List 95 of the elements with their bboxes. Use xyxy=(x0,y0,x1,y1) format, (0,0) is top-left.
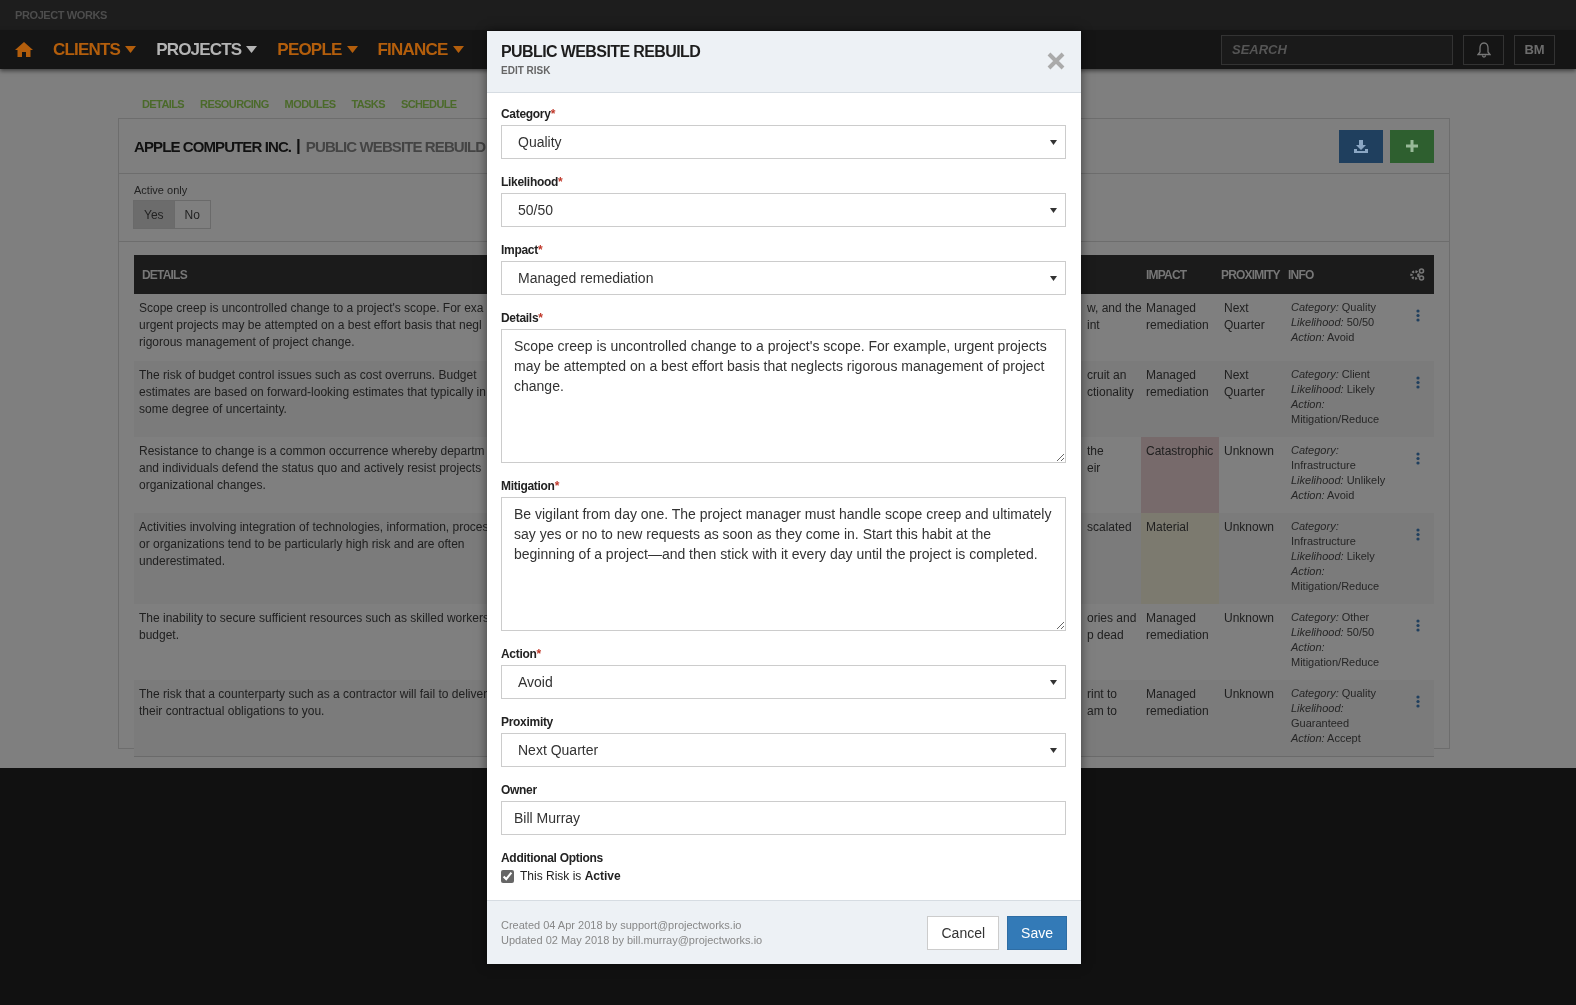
impact-cell-text: Managed remediation xyxy=(1145,300,1210,334)
more-options-icon[interactable] xyxy=(1416,619,1420,632)
info-cell-text: Category: Quality Likelihood: Guaranteed Action: Accept xyxy=(1289,686,1377,746)
info-cell-text: Category: Client Likelihood: Likely Action: Mitigation/Reduce xyxy=(1289,367,1381,427)
client-name: APPLE COMPUTER INC. xyxy=(134,137,292,155)
search-field[interactable]: SEARCH xyxy=(1221,34,1453,65)
nav-menu[interactable]: FINANCE xyxy=(377,39,464,60)
select-field[interactable]: Next Quarter xyxy=(501,733,1066,767)
more-options-icon[interactable] xyxy=(1416,309,1420,322)
details-cell-text: The inability to secure sufficient resources such as skilled workers budget. xyxy=(138,610,488,644)
active-checkbox[interactable] xyxy=(501,869,514,883)
column-header: INFO xyxy=(1288,267,1314,282)
created-info: Created 04 Apr 2018 by support@projectworks.io xyxy=(501,917,743,933)
proximity-cell-text: Next Quarter xyxy=(1223,367,1266,401)
nav-menu[interactable]: PEOPLE xyxy=(277,39,358,60)
toggle-option[interactable]: No xyxy=(173,200,211,229)
text-area[interactable]: Be vigilant from day one. The project manager must handle scope creep and ultimately say yes or no to new requests as soon as they come in. Start this habit at the beginning of a project—and then stick with it every day until the project is completed. xyxy=(501,497,1066,631)
field-label: Impact* xyxy=(501,243,544,257)
table-cell-text: w, and the int xyxy=(1086,300,1141,334)
plus-icon xyxy=(1406,140,1418,152)
filter-label: Active only xyxy=(134,184,189,196)
nav-menu[interactable]: PROJECTS xyxy=(156,39,258,60)
details-cell-text: Activities involving integration of technologies, information, proces or organizations tend to be particularly high risk and are often underestimated. xyxy=(138,519,488,570)
proximity-cell-text: Unknown xyxy=(1223,443,1276,460)
field-label: Category* xyxy=(501,107,557,121)
download-icon xyxy=(1354,139,1368,153)
details-cell-text: Resistance to change is a common occurrence whereby departm and individuals defend the status quo and actively resist projects organizational changes. xyxy=(138,443,486,494)
proximity-cell-text: Next Quarter xyxy=(1223,300,1266,334)
add-button[interactable] xyxy=(1390,129,1434,163)
impact-cell-text: Managed remediation xyxy=(1145,610,1210,644)
proximity-cell-text: Unknown xyxy=(1223,519,1276,536)
select-field[interactable]: 50/50 xyxy=(501,193,1066,227)
impact-cell-text: Managed remediation xyxy=(1145,686,1210,720)
proximity-cell-text: Unknown xyxy=(1223,686,1276,703)
proximity-cell-text: Unknown xyxy=(1223,610,1276,627)
dialog-title: PUBLIC WEBSITE REBUILD xyxy=(501,43,702,61)
bell-icon xyxy=(1476,41,1491,58)
select-field[interactable]: Managed remediation xyxy=(501,261,1066,295)
table-cell-text: cruit an ctionality xyxy=(1086,367,1135,401)
details-cell-text: Scope creep is uncontrolled change to a project's scope. For exa urgent projects may be attempted on a best effort basis that negl rigorous management of project change. xyxy=(138,300,485,351)
field-label: Likelihood* xyxy=(501,175,564,189)
info-cell-text: Category: Infrastructure Likelihood: Unlikely Action: Avoid xyxy=(1289,443,1387,503)
field-label: Details* xyxy=(501,311,544,325)
table-cell-text: rint to am to xyxy=(1086,686,1118,720)
more-options-icon[interactable] xyxy=(1416,695,1420,708)
settings-icon[interactable] xyxy=(1409,268,1425,281)
more-options-icon[interactable] xyxy=(1416,452,1420,465)
caret-icon xyxy=(1050,747,1057,753)
caret-icon xyxy=(1050,679,1057,685)
notification-button[interactable] xyxy=(1463,34,1504,65)
details-cell-text: The risk that a counterparty such as a contractor will fail to deliver their contractual obligations to you. xyxy=(138,686,488,720)
save-button[interactable]: Save xyxy=(1007,915,1067,950)
close-icon xyxy=(1046,51,1066,71)
caret-icon xyxy=(1050,139,1057,145)
info-cell-text: Category: Quality Likelihood: 50/50 Action: Avoid xyxy=(1289,300,1377,345)
info-cell-text: Category: Other Likelihood: 50/50 Action: Mitigation/Reduce xyxy=(1289,610,1381,670)
dialog-subtitle: EDIT RISK xyxy=(501,65,552,76)
caret-icon xyxy=(452,46,464,53)
field-label: Owner xyxy=(501,783,538,797)
table-cell-text: ories and p dead xyxy=(1086,610,1138,644)
cancel-button[interactable]: Cancel xyxy=(927,915,1000,950)
caret-icon xyxy=(1050,207,1057,213)
toggle-option[interactable]: Yes xyxy=(133,200,175,229)
section-label: Additional Options xyxy=(501,851,604,865)
checkbox-label: This Risk is Active xyxy=(520,869,621,883)
caret-icon xyxy=(246,46,258,53)
column-header: IMPACT xyxy=(1146,267,1187,282)
project-name: PUBLIC WEBSITE REBUILD xyxy=(305,137,486,155)
column-header: PROXIMITY xyxy=(1221,267,1280,282)
nav-menu[interactable]: CLIENTS xyxy=(53,39,137,60)
title-separator: | xyxy=(296,136,301,156)
select-field[interactable]: Avoid xyxy=(501,665,1066,699)
table-cell-text: scalated xyxy=(1086,519,1133,536)
select-field[interactable]: Quality xyxy=(501,125,1066,159)
table-cell-text: the eir xyxy=(1086,443,1105,477)
caret-icon xyxy=(346,46,358,53)
caret-icon xyxy=(125,46,137,53)
info-cell-text: Category: Infrastructure Likelihood: Likely Action: Mitigation/Reduce xyxy=(1289,519,1381,594)
impact-cell: Material xyxy=(1141,513,1219,604)
home-icon[interactable] xyxy=(15,42,33,57)
more-options-icon[interactable] xyxy=(1416,528,1420,541)
impact-cell-text: Managed remediation xyxy=(1145,367,1210,401)
column-header: DETAILS xyxy=(142,267,187,282)
field-label: Action* xyxy=(501,647,542,661)
details-cell-text: The risk of budget control issues such as cost overruns. Budget estimates are based on forward-looking estimates that typically in some degree of uncertainty. xyxy=(138,367,487,418)
text-field[interactable]: Bill Murray xyxy=(501,801,1066,835)
field-label: Proximity xyxy=(501,715,554,729)
updated-info: Updated 02 May 2018 by bill.murray@projectworks.io xyxy=(501,932,764,948)
field-label: Mitigation* xyxy=(501,479,561,493)
impact-cell: Catastrophic xyxy=(1141,437,1219,513)
caret-icon xyxy=(1050,275,1057,281)
user-button[interactable]: BM xyxy=(1514,34,1555,65)
text-area[interactable]: Scope creep is uncontrolled change to a project's scope. For example, urgent projects may be attempted on a best effort basis that neglects rigorous management of project change. xyxy=(501,329,1066,463)
more-options-icon[interactable] xyxy=(1416,376,1420,389)
download-button[interactable] xyxy=(1339,129,1383,163)
